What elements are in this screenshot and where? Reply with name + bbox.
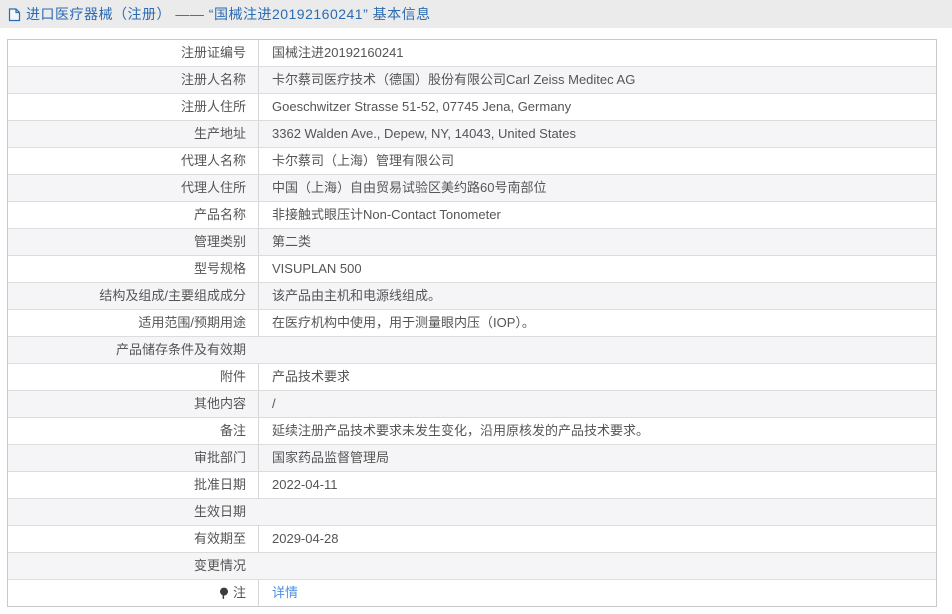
row-value: Goeschwitzer Strasse 51-52, 07745 Jena, … [259,94,936,120]
row-label-text: 生效日期 [194,499,246,525]
row-label-text: 注 [233,580,246,606]
table-row: 生产地址 3362 Walden Ave., Depew, NY, 14043,… [8,120,936,147]
table-row: 产品名称 非接触式眼压计Non-Contact Tonometer [8,201,936,228]
row-value: 国械注进20192160241 [259,40,936,66]
table-row: 适用范围/预期用途 在医疗机构中使用，用于测量眼内压（IOP）。 [8,309,936,336]
row-value: 第二类 [259,229,936,255]
row-label-text: 有效期至 [194,526,246,552]
row-value [259,553,936,579]
table-row: 代理人名称 卡尔蔡司（上海）管理有限公司 [8,147,936,174]
table-row: 管理类别 第二类 [8,228,936,255]
row-label: 批准日期 [8,472,259,498]
table-row: 注册人住所 Goeschwitzer Strasse 51-52, 07745 … [8,93,936,120]
row-label: 注册证编号 [8,40,259,66]
row-label-text: 代理人住所 [181,175,246,201]
table-row: 代理人住所 中国（上海）自由贸易试验区美约路60号南部位 [8,174,936,201]
table-row: 生效日期 [8,498,936,525]
row-label: 代理人住所 [8,175,259,201]
row-label: 产品储存条件及有效期 [8,337,259,363]
row-label-text: 管理类别 [194,229,246,255]
row-value [259,499,936,525]
row-label-text: 产品名称 [194,202,246,228]
table-row: 备注 延续注册产品技术要求未发生变化，沿用原核发的产品技术要求。 [8,417,936,444]
table-row: 其他内容 / [8,390,936,417]
row-label-text: 审批部门 [194,445,246,471]
page-title: 进口医疗器械（注册） —— “国械注进20192160241” 基本信息 [26,4,431,24]
row-value: 卡尔蔡司医疗技术（德国）股份有限公司Carl Zeiss Meditec AG [259,67,936,93]
row-value: 产品技术要求 [259,364,936,390]
row-value: 该产品由主机和电源线组成。 [259,283,936,309]
table-row: 变更情况 [8,552,936,579]
row-label: 生产地址 [8,121,259,147]
row-label: 其他内容 [8,391,259,417]
table-row: 审批部门 国家药品监督管理局 [8,444,936,471]
row-label: 有效期至 [8,526,259,552]
row-label-text: 变更情况 [194,553,246,579]
page-header: 进口医疗器械（注册） —— “国械注进20192160241” 基本信息 [0,0,952,28]
row-label-text: 注册人名称 [181,67,246,93]
row-label: 生效日期 [8,499,259,525]
table-row: 产品储存条件及有效期 [8,336,936,363]
row-label: 注 [8,580,259,606]
row-value: 延续注册产品技术要求未发生变化，沿用原核发的产品技术要求。 [259,418,936,444]
row-label: 审批部门 [8,445,259,471]
row-label: 注册人名称 [8,67,259,93]
row-label-text: 注册证编号 [181,40,246,66]
row-value: 中国（上海）自由贸易试验区美约路60号南部位 [259,175,936,201]
row-label-text: 适用范围/预期用途 [138,310,246,336]
row-value: 卡尔蔡司（上海）管理有限公司 [259,148,936,174]
row-label: 型号规格 [8,256,259,282]
row-label: 变更情况 [8,553,259,579]
table-row: 附件 产品技术要求 [8,363,936,390]
table-row: 注 详情 [8,579,936,606]
details-link[interactable]: 详情 [272,585,298,600]
row-value: / [259,391,936,417]
row-label-text: 备注 [220,418,246,444]
row-label-text: 生产地址 [194,121,246,147]
row-label: 附件 [8,364,259,390]
row-label-text: 产品储存条件及有效期 [116,337,246,363]
table-row: 注册人名称 卡尔蔡司医疗技术（德国）股份有限公司Carl Zeiss Medit… [8,66,936,93]
table-row: 有效期至 2029-04-28 [8,525,936,552]
table-row: 结构及组成/主要组成成分 该产品由主机和电源线组成。 [8,282,936,309]
row-label: 注册人住所 [8,94,259,120]
row-label: 备注 [8,418,259,444]
row-label-text: 批准日期 [194,472,246,498]
row-value: 2022-04-11 [259,472,936,498]
row-label: 产品名称 [8,202,259,228]
row-label: 代理人名称 [8,148,259,174]
row-label-text: 代理人名称 [181,148,246,174]
row-label-text: 型号规格 [194,256,246,282]
row-label: 管理类别 [8,229,259,255]
pin-icon [219,587,229,600]
row-value: 2029-04-28 [259,526,936,552]
row-label-text: 附件 [220,364,246,390]
document-icon [8,8,21,22]
row-label: 结构及组成/主要组成成分 [8,283,259,309]
table-row: 注册证编号 国械注进20192160241 [8,40,936,66]
table-row: 型号规格 VISUPLAN 500 [8,255,936,282]
row-value: 3362 Walden Ave., Depew, NY, 14043, Unit… [259,121,936,147]
row-value: 非接触式眼压计Non-Contact Tonometer [259,202,936,228]
row-label: 适用范围/预期用途 [8,310,259,336]
row-value [259,337,936,363]
row-value: 国家药品监督管理局 [259,445,936,471]
row-label-text: 结构及组成/主要组成成分 [99,283,246,309]
row-value: 在医疗机构中使用，用于测量眼内压（IOP）。 [259,310,936,336]
row-label-text: 注册人住所 [181,94,246,120]
row-value: 详情 [259,580,936,606]
table-row: 批准日期 2022-04-11 [8,471,936,498]
row-label-text: 其他内容 [194,391,246,417]
info-table: 注册证编号 国械注进20192160241 注册人名称 卡尔蔡司医疗技术（德国）… [7,39,937,607]
row-value: VISUPLAN 500 [259,256,936,282]
